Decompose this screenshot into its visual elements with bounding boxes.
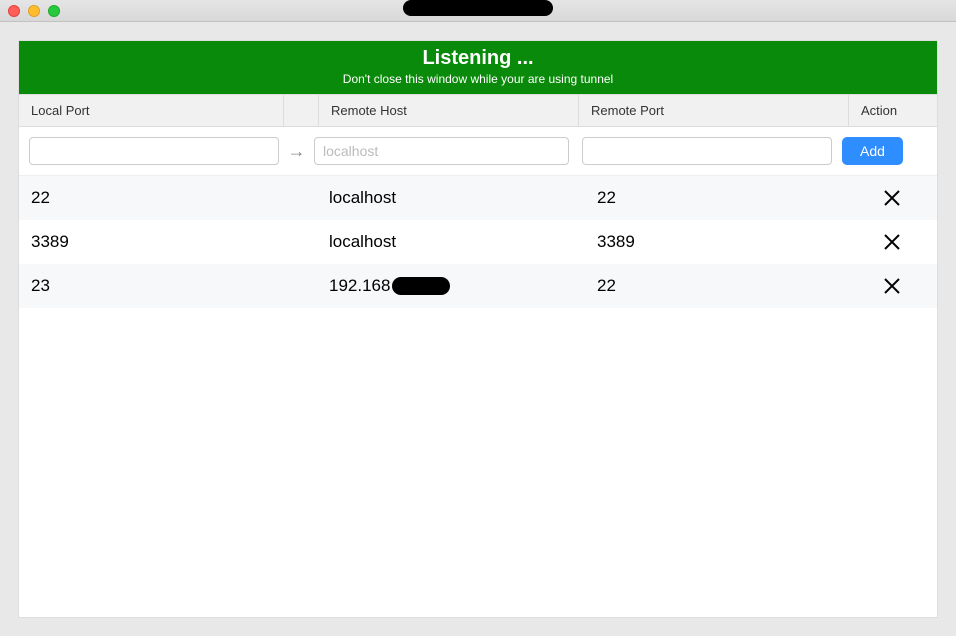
traffic-lights <box>8 5 60 17</box>
add-button[interactable]: Add <box>842 137 903 165</box>
titlebar <box>0 0 956 22</box>
table-row: 23192.168 22 <box>19 264 937 308</box>
cell-local-port: 3389 <box>29 232 329 252</box>
column-header-local-port: Local Port <box>19 95 284 126</box>
status-title: Listening ... <box>19 47 937 70</box>
column-header-action: Action <box>849 95 937 126</box>
cell-action <box>857 277 927 295</box>
tunnel-panel: Listening ... Don't close this window wh… <box>18 40 938 618</box>
window-minimize-button[interactable] <box>28 5 40 17</box>
window-close-button[interactable] <box>8 5 20 17</box>
remote-host-redacted <box>392 277 450 295</box>
table-row: 3389localhost3389 <box>19 220 937 264</box>
tunnel-rows: 22localhost223389localhost338923192.1682… <box>19 176 937 617</box>
column-header-remote-port: Remote Port <box>579 95 849 126</box>
status-subtitle: Don't close this window while your are u… <box>19 72 937 86</box>
cell-remote-host: 192.168 <box>329 276 597 296</box>
cell-action <box>857 189 927 207</box>
column-header-arrow <box>284 95 319 126</box>
local-port-input[interactable] <box>29 137 279 165</box>
cell-action <box>857 233 927 251</box>
cell-remote-host: localhost <box>329 232 597 252</box>
cell-remote-port: 3389 <box>597 232 857 252</box>
cell-remote-host: localhost <box>329 188 597 208</box>
window-title-redacted <box>403 0 553 16</box>
window-maximize-button[interactable] <box>48 5 60 17</box>
status-banner: Listening ... Don't close this window wh… <box>19 41 937 94</box>
table-row: 22localhost22 <box>19 176 937 220</box>
cell-remote-port: 22 <box>597 188 857 208</box>
cell-remote-port: 22 <box>597 276 857 296</box>
input-row: → Add <box>19 127 937 176</box>
remote-host-text: 192.168 <box>329 276 390 296</box>
remote-port-input[interactable] <box>582 137 832 165</box>
column-header-remote-host: Remote Host <box>319 95 579 126</box>
arrow-icon: → <box>279 141 314 162</box>
window-content: Listening ... Don't close this window wh… <box>0 22 956 636</box>
cell-local-port: 23 <box>29 276 329 296</box>
close-icon[interactable] <box>883 277 901 295</box>
remote-host-input[interactable] <box>314 137 569 165</box>
table-header: Local Port Remote Host Remote Port Actio… <box>19 94 937 127</box>
cell-local-port: 22 <box>29 188 329 208</box>
close-icon[interactable] <box>883 233 901 251</box>
close-icon[interactable] <box>883 189 901 207</box>
